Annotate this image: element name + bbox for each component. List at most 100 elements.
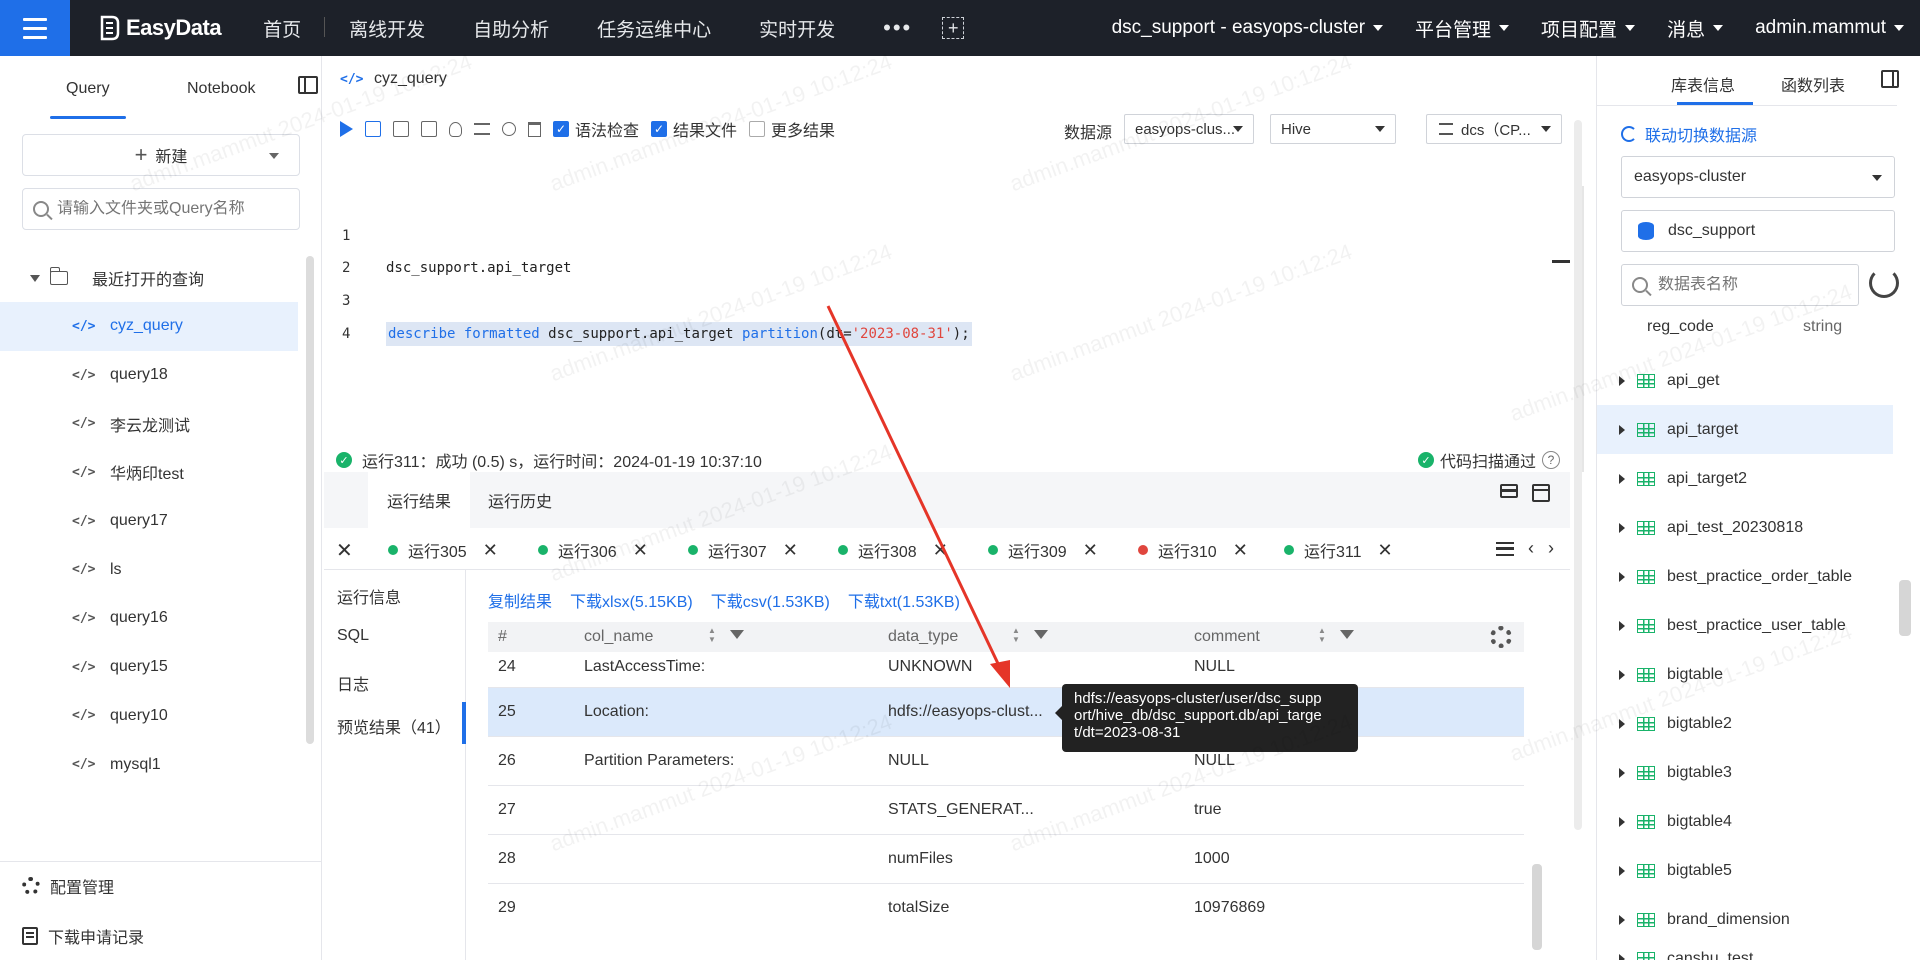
caret-right-icon[interactable] [1619, 620, 1625, 631]
sidenav-sql[interactable]: SQL [337, 627, 369, 645]
sidebar-scrollbar[interactable] [306, 256, 314, 744]
run-tab[interactable]: 运行306 ✕ [538, 530, 648, 570]
close-icon[interactable]: ✕ [1083, 540, 1098, 561]
tab-table-info[interactable]: 库表信息 [1671, 72, 1735, 96]
new-button[interactable]: + 新建 [22, 134, 300, 176]
filter-icon[interactable] [1034, 630, 1048, 639]
caret-right-icon[interactable] [1619, 816, 1625, 827]
caret-right-icon[interactable] [1619, 669, 1625, 680]
column-header[interactable]: comment [1194, 628, 1260, 646]
caret-right-icon[interactable] [1619, 954, 1625, 960]
close-icon[interactable]: ✕ [633, 540, 648, 561]
table-list-scrollbar[interactable] [1899, 580, 1911, 636]
engine-select[interactable]: Hive [1270, 114, 1396, 144]
refresh-icon[interactable] [1869, 268, 1899, 298]
sidenav-log[interactable]: 日志 [337, 671, 369, 695]
table-row[interactable]: 29 totalSize 10976869 [488, 884, 1524, 933]
panel-collapse-icon[interactable] [1881, 70, 1899, 88]
download-xlsx-link[interactable]: 下载xlsx(5.15KB) [570, 588, 693, 612]
table-scrollbar[interactable] [1532, 864, 1542, 950]
trash-icon[interactable] [528, 121, 541, 137]
result-file-checkbox[interactable]: ✓ [651, 121, 668, 137]
caret-right-icon[interactable] [1619, 424, 1625, 435]
user-menu[interactable]: admin.mammut [1739, 17, 1920, 39]
list-item[interactable]: </> 李云龙测试 [0, 399, 298, 448]
caret-right-icon[interactable] [1619, 914, 1625, 925]
list-item[interactable]: bigtable3 [1597, 748, 1893, 797]
maximize-panel-icon[interactable] [1532, 484, 1550, 502]
list-item[interactable]: brand_dimension [1597, 895, 1893, 944]
run-selected-icon[interactable] [365, 121, 381, 137]
caret-right-icon[interactable] [1619, 571, 1625, 582]
caret-right-icon[interactable] [1619, 718, 1625, 729]
nav-self-analysis[interactable]: 自助分析 [449, 15, 573, 42]
table-row[interactable]: 27 STATS_GENERAT... true [488, 786, 1524, 835]
close-icon[interactable]: ✕ [933, 540, 948, 561]
sort-icon[interactable]: ▲ ▼ [1012, 626, 1020, 644]
list-item[interactable]: bigtable4 [1597, 797, 1893, 846]
help-icon[interactable]: ? [1542, 451, 1560, 469]
editor-scrollbar[interactable] [1574, 120, 1582, 830]
list-item[interactable]: api_target [1597, 405, 1893, 454]
tab-function-list[interactable]: 函数列表 [1781, 72, 1845, 96]
chevron-down-icon[interactable] [269, 153, 279, 159]
share-icon[interactable] [502, 122, 516, 136]
nav-add-icon[interactable]: + [942, 17, 965, 39]
nav-realtime-dev[interactable]: 实时开发 [735, 15, 859, 42]
list-item[interactable]: best_practice_user_table [1597, 601, 1893, 650]
sidebar-collapse-icon[interactable] [298, 76, 318, 94]
close-icon[interactable]: ✕ [1378, 540, 1393, 561]
nav-offline-dev[interactable]: 离线开发 [325, 15, 449, 42]
nav-ops-center[interactable]: 任务运维中心 [573, 15, 735, 42]
recent-queries-folder[interactable]: 最近打开的查询 [30, 266, 204, 290]
caret-right-icon[interactable] [1619, 375, 1625, 386]
list-item[interactable]: </> query18 [0, 351, 298, 400]
table-settings-gear-icon[interactable] [1490, 626, 1512, 648]
list-item[interactable]: </> query17 [0, 497, 298, 546]
close-icon[interactable]: ✕ [783, 540, 798, 561]
more-results-checkbox[interactable] [749, 121, 766, 137]
caret-right-icon[interactable] [1619, 473, 1625, 484]
caret-down-icon[interactable] [30, 274, 40, 282]
nav-home[interactable]: 首页 [239, 15, 326, 42]
table-row[interactable]: 28 numFiles 1000 [488, 835, 1524, 884]
datasource-select[interactable]: easyops-clus... [1124, 114, 1254, 144]
list-item[interactable]: </> ls [0, 545, 298, 594]
caret-right-icon[interactable] [1619, 522, 1625, 533]
project-config-menu[interactable]: 项目配置 [1525, 15, 1651, 42]
list-item[interactable]: </> cyz_query [0, 302, 298, 351]
close-icon[interactable]: ✕ [1233, 540, 1248, 561]
cluster-select[interactable]: easyops-cluster [1621, 156, 1895, 198]
table-row[interactable]: 25 Location: hdfs://easyops-clust... [488, 688, 1524, 737]
run-tab[interactable]: 运行305 ✕ [388, 530, 498, 570]
tab-list-icon[interactable] [1496, 541, 1514, 556]
list-item[interactable]: </> query16 [0, 594, 298, 643]
link-switch-datasource[interactable]: 联动切换数据源 [1621, 122, 1757, 146]
table-row[interactable]: 24 LastAccessTime: UNKNOWN NULL [488, 652, 1524, 688]
copy-result-link[interactable]: 复制结果 [488, 588, 552, 612]
download-records-link[interactable]: 下载申请记录 [22, 924, 144, 948]
app-logo[interactable]: EasyData [100, 15, 222, 41]
chevron-left-icon[interactable]: ‹ [1528, 538, 1534, 559]
download-txt-link[interactable]: 下载txt(1.53KB) [848, 588, 960, 612]
list-item[interactable]: </> mysql1 [0, 740, 298, 789]
table-row[interactable]: 26 Partition Parameters: NULL NULL [488, 737, 1524, 786]
list-item[interactable]: best_practice_order_table [1597, 552, 1893, 601]
queue-select[interactable]: dcs（CP... [1426, 114, 1562, 144]
menu-icon[interactable] [0, 0, 70, 56]
syntax-check-checkbox[interactable]: ✓ [553, 121, 569, 137]
run-icon[interactable] [340, 121, 353, 137]
project-cluster-switcher[interactable]: dsc_support - easyops-cluster [1096, 17, 1399, 39]
close-icon[interactable]: ✕ [483, 540, 498, 561]
tab-query[interactable]: Query [66, 80, 110, 98]
list-item[interactable]: </> query10 [0, 692, 298, 741]
minimize-panel-icon[interactable] [1500, 484, 1518, 498]
list-item[interactable]: </> 华炳印test [0, 448, 298, 497]
list-item[interactable]: bigtable2 [1597, 699, 1893, 748]
platform-admin-menu[interactable]: 平台管理 [1399, 15, 1525, 42]
run-tab[interactable]: 运行308 ✕ [838, 530, 948, 570]
column-header[interactable]: data_type [888, 628, 958, 646]
query-search-input[interactable] [57, 200, 287, 218]
format-icon[interactable] [474, 123, 490, 135]
tab-run-results[interactable]: 运行结果 [368, 472, 470, 528]
